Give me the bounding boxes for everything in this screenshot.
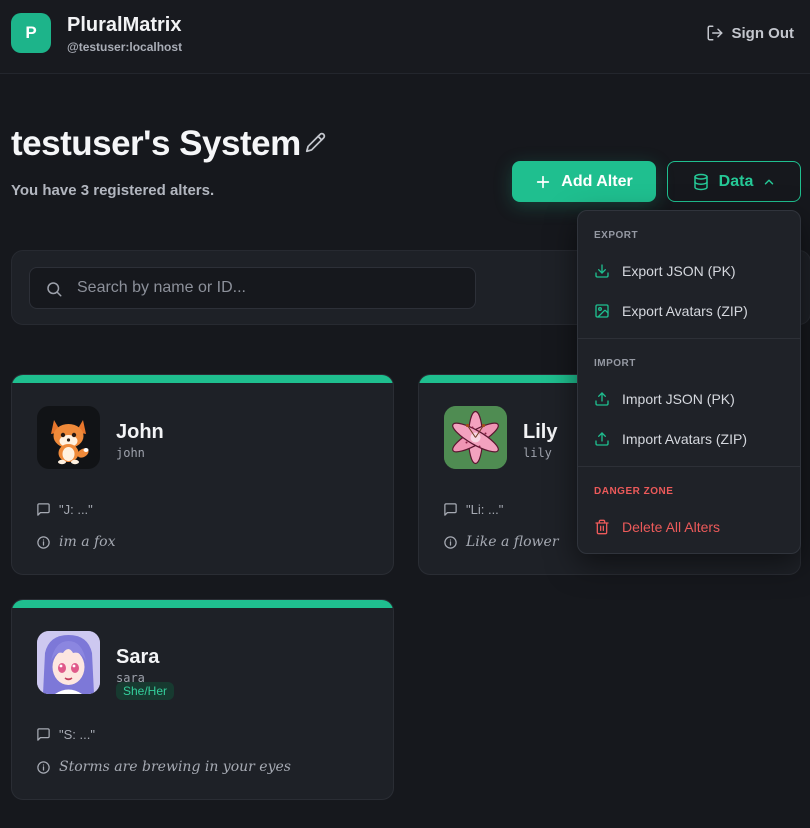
- info-icon: [444, 535, 457, 549]
- fox-icon: [37, 406, 100, 469]
- message-square-icon: [37, 728, 50, 741]
- menu-divider: [578, 466, 800, 467]
- alter-message-text: "Li: ...": [466, 502, 504, 517]
- data-dropdown-menu: EXPORT Export JSON (PK) Export Avatars (…: [577, 210, 801, 554]
- info-icon: [37, 760, 50, 774]
- alter-handle: john: [116, 446, 145, 460]
- alter-message: "J: ...": [36, 502, 93, 517]
- alter-description-text: Like a flower: [466, 534, 559, 550]
- alter-message-text: "S: ...": [59, 727, 95, 742]
- import-avatars-item[interactable]: Import Avatars (ZIP): [594, 431, 747, 447]
- alter-name: Lily: [523, 421, 558, 443]
- alter-card-sara[interactable]: Sara sara She/Her "S: ..." Storms are br…: [11, 599, 394, 800]
- app-title: PluralMatrix: [67, 14, 182, 36]
- edit-pencil-icon[interactable]: [305, 132, 326, 153]
- alter-message: "S: ...": [36, 727, 95, 742]
- pronoun-badge: She/Her: [116, 682, 175, 700]
- import-heading: IMPORT: [594, 358, 636, 369]
- alter-card-john[interactable]: John john "J: ..." im a fox: [11, 374, 394, 575]
- plus-icon: [537, 175, 550, 188]
- upload-icon: [595, 392, 609, 406]
- anime-girl-icon: [37, 631, 100, 694]
- sign-out-icon: [707, 25, 722, 41]
- import-avatars-label: Import Avatars (ZIP): [622, 431, 747, 447]
- image-icon: [595, 304, 609, 318]
- search-icon: [47, 282, 62, 297]
- search-box: [29, 267, 476, 309]
- export-json-item[interactable]: Export JSON (PK): [594, 263, 736, 279]
- lily-flower-icon: [444, 406, 507, 469]
- database-icon: [693, 173, 708, 190]
- export-json-label: Export JSON (PK): [622, 263, 736, 279]
- menu-divider: [578, 338, 800, 339]
- app-header: P PluralMatrix @testuser:localhost Sign …: [0, 0, 810, 74]
- delete-all-alters-label: Delete All Alters: [622, 519, 721, 535]
- export-heading: EXPORT: [594, 230, 639, 241]
- message-square-icon: [37, 503, 50, 516]
- card-accent-bar: [12, 375, 393, 383]
- alter-description: im a fox: [36, 534, 116, 550]
- sign-out-label: Sign Out: [731, 24, 795, 42]
- add-alter-label: Add Alter: [561, 172, 633, 190]
- add-alter-button[interactable]: Add Alter: [512, 161, 656, 202]
- import-json-item[interactable]: Import JSON (PK): [594, 391, 735, 407]
- download-icon: [595, 264, 609, 278]
- delete-all-alters-item[interactable]: Delete All Alters: [594, 519, 720, 535]
- alter-handle: lily: [523, 446, 552, 460]
- export-avatars-item[interactable]: Export Avatars (ZIP): [594, 303, 748, 319]
- alter-description-text: im a fox: [59, 534, 116, 550]
- chevron-up-icon: [765, 179, 774, 184]
- export-avatars-label: Export Avatars (ZIP): [622, 303, 748, 319]
- import-json-label: Import JSON (PK): [622, 391, 735, 407]
- data-menu-button[interactable]: Data: [667, 161, 801, 202]
- upload-icon: [595, 432, 609, 446]
- current-user: @testuser:localhost: [67, 40, 183, 54]
- alter-message-text: "J: ...": [59, 502, 93, 517]
- danger-zone-heading: DANGER ZONE: [594, 486, 674, 497]
- alter-name: Sara: [116, 646, 160, 668]
- info-icon: [37, 535, 50, 549]
- trash-icon: [595, 519, 609, 535]
- search-input[interactable]: [77, 268, 467, 308]
- alter-count-text: You have 3 registered alters.: [11, 182, 215, 199]
- alter-message: "Li: ...": [443, 502, 503, 517]
- sign-out-button[interactable]: Sign Out: [706, 24, 795, 42]
- card-accent-bar: [12, 600, 393, 608]
- message-square-icon: [444, 503, 457, 516]
- alter-description: Storms are brewing in your eyes: [36, 759, 291, 775]
- app-logo[interactable]: P: [11, 13, 51, 53]
- page-title: testuser's System: [11, 124, 301, 163]
- alter-description: Like a flower: [443, 534, 559, 550]
- alter-name: John: [116, 421, 164, 443]
- data-menu-label: Data: [718, 172, 754, 190]
- alter-description-text: Storms are brewing in your eyes: [59, 759, 291, 775]
